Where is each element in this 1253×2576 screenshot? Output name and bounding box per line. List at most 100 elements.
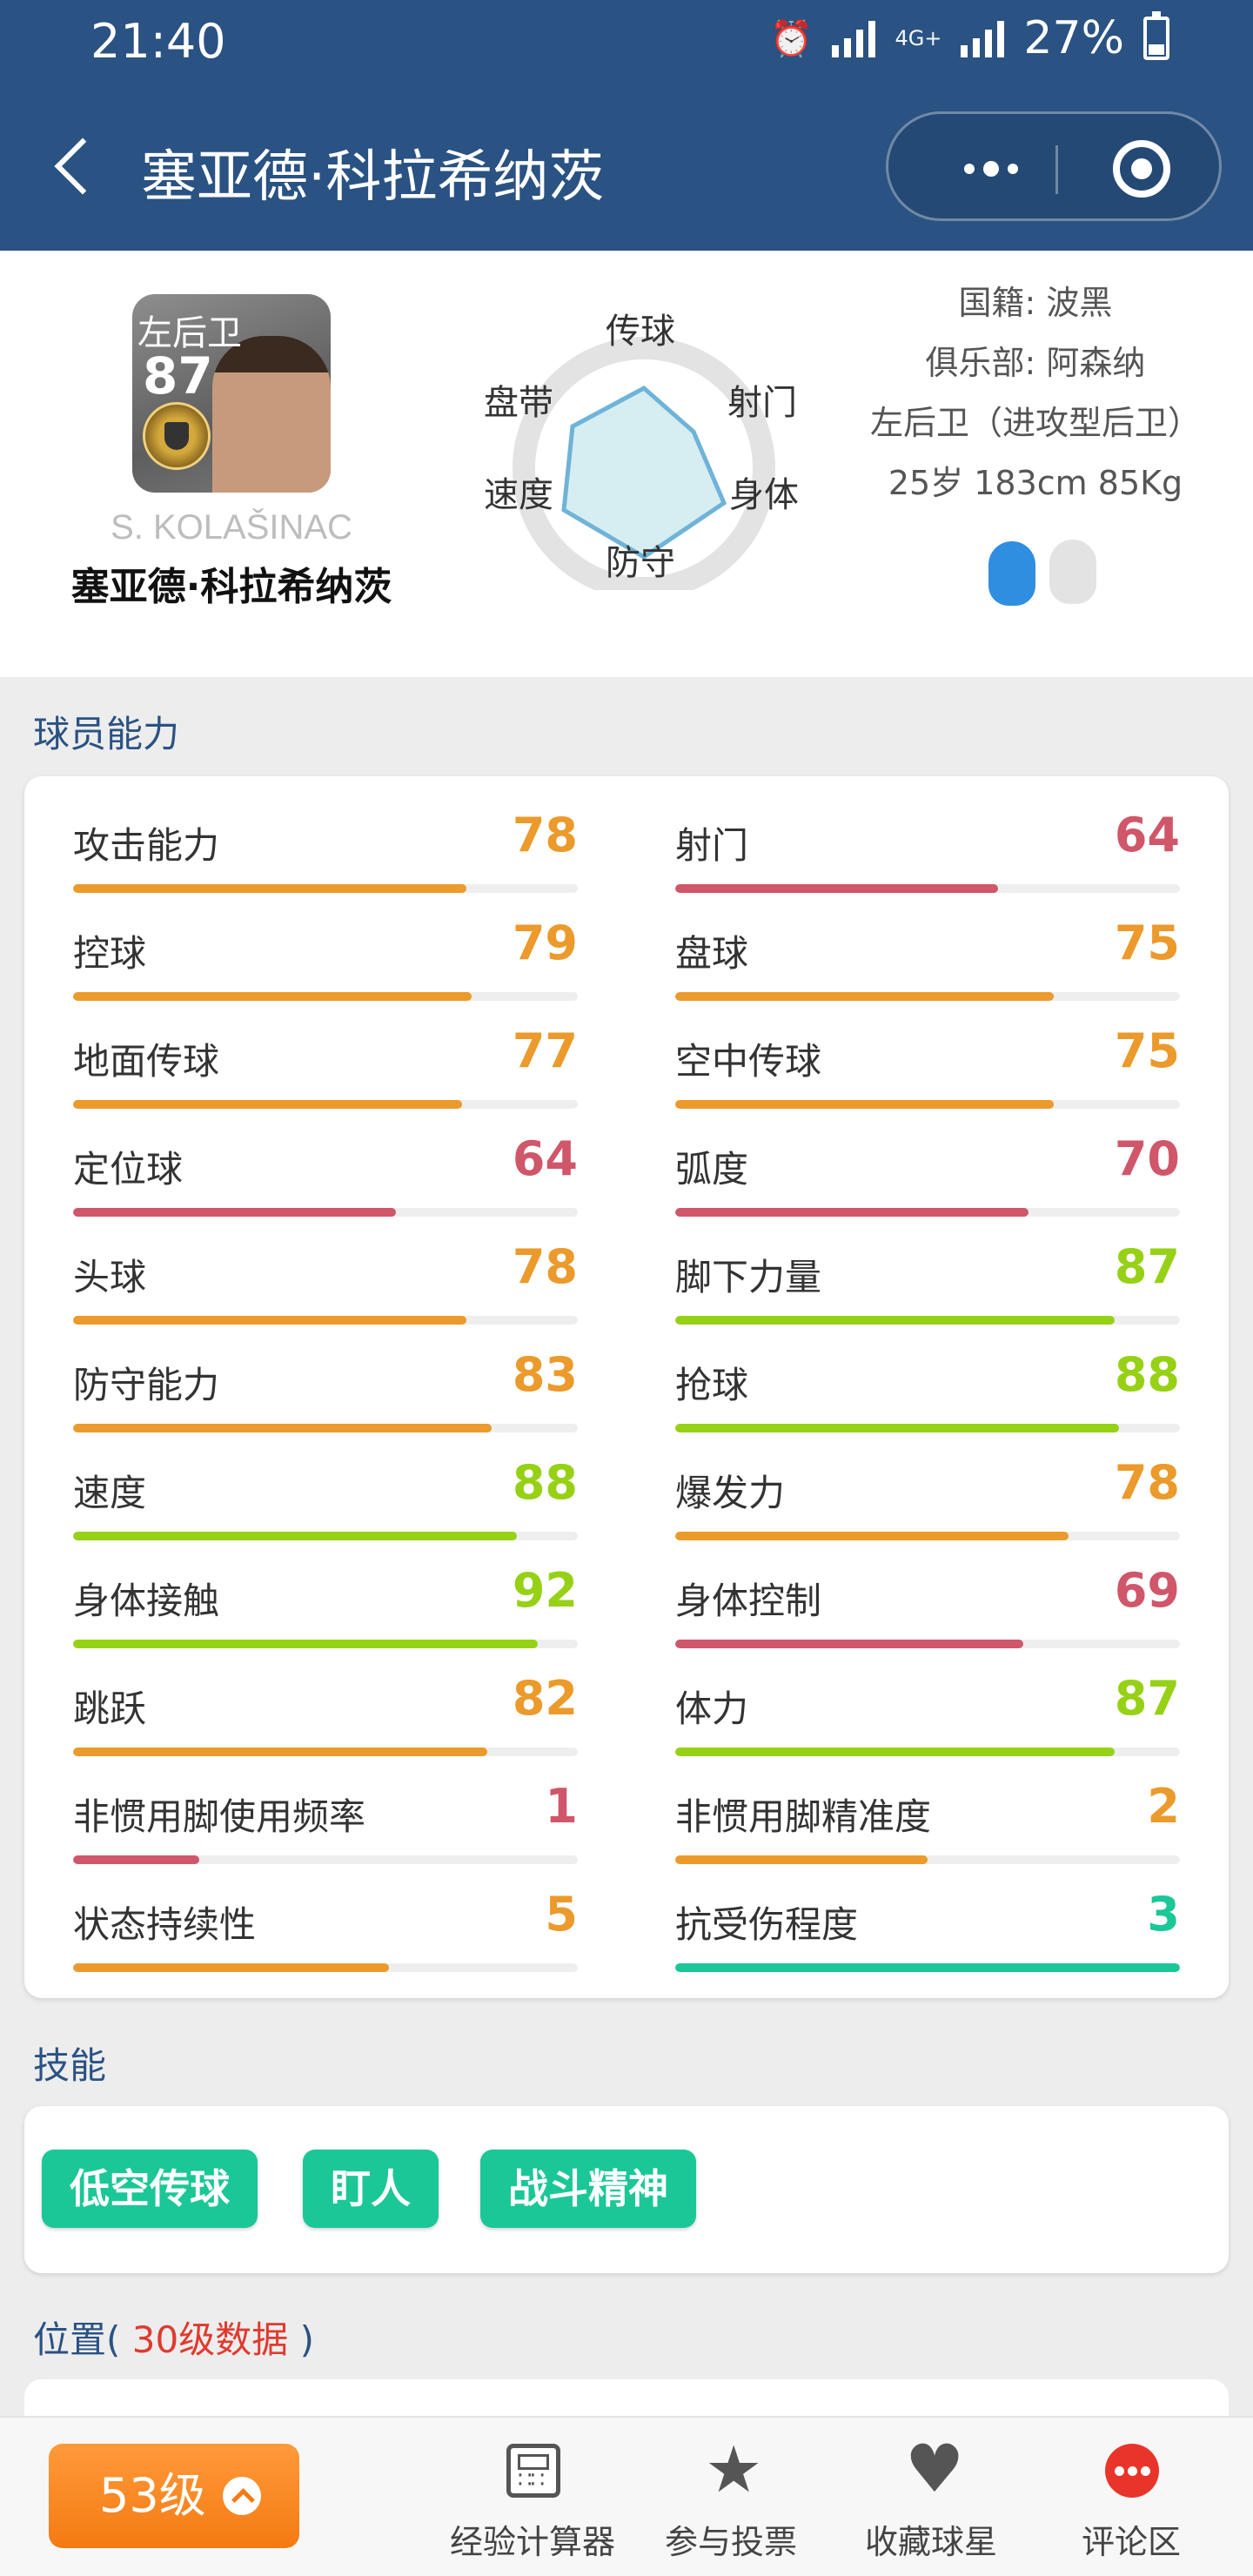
stat-bar-fill (675, 884, 999, 893)
stat-bar-fill (73, 1640, 538, 1648)
stat-bar-track (675, 1532, 1180, 1540)
stat-bar-track (675, 1316, 1180, 1325)
radar-label-speed: 速度 (484, 475, 553, 515)
stat-row: 头球 78 (73, 1225, 578, 1333)
stat-bar-track (675, 1963, 1180, 1972)
stat-row: 跳跃 82 (73, 1657, 578, 1765)
more-dots-icon[interactable] (939, 114, 1043, 224)
stat-row: 空中传球 75 (675, 1010, 1180, 1117)
stat-bar-track (73, 1208, 578, 1217)
stat-row: 身体接触 92 (73, 1549, 578, 1657)
stat-value: 77 (512, 1023, 578, 1078)
player-photo (212, 336, 331, 493)
miniprogram-capsule (886, 111, 1222, 221)
stat-bar-fill (73, 1424, 492, 1432)
position-level-tag: 30级数据 (131, 2318, 289, 2361)
stat-row: 攻击能力 78 (73, 794, 578, 902)
stat-name: 身体接触 (73, 1580, 220, 1622)
network-type: 4G+ (895, 26, 942, 50)
stat-row: 脚下力量 87 (675, 1225, 1180, 1333)
status-time: 21:40 (90, 14, 226, 69)
skill-tag[interactable]: 战斗精神 (480, 2150, 696, 2228)
stat-value: 88 (1114, 1347, 1180, 1402)
status-indicators: ⏰ 4G+ 27% (770, 11, 1169, 64)
stat-name: 抗受伤程度 (675, 1903, 859, 1946)
back-arrow-icon[interactable] (45, 136, 97, 197)
heart-icon: ♥ (905, 2430, 965, 2507)
stat-name: 地面传球 (73, 1040, 220, 1083)
radar-label-body: 身体 (729, 475, 799, 515)
stat-value: 79 (512, 916, 578, 970)
stat-name: 身体控制 (675, 1580, 822, 1622)
stat-bar-track (73, 1100, 578, 1109)
stat-value: 3 (1147, 1887, 1180, 1942)
stat-row: 非惯用脚精准度 2 (675, 1765, 1180, 1873)
radar-label-pass: 传球 (606, 312, 675, 352)
tab-vote[interactable]: ★ 参与投票 (635, 2438, 827, 2566)
stat-bar-track (675, 1748, 1180, 1756)
stat-bar-fill (675, 992, 1054, 1001)
tab-exp-calculator[interactable]: 经验计算器 (437, 2444, 628, 2566)
radar-polygon (561, 385, 727, 560)
close-target-icon[interactable] (1113, 140, 1170, 198)
physical-info: 25岁 183cm 85Kg (888, 464, 1183, 502)
stat-bar-fill (675, 1963, 1180, 1972)
status-bar: 21:40 ⏰ 4G+ 27% (0, 0, 1253, 84)
player-name-cn: 塞亚德·科拉希纳茨 (70, 565, 392, 609)
stat-bar-track (73, 1963, 578, 1972)
stat-bar-fill (675, 1640, 1024, 1648)
preferred-foot (982, 531, 1112, 609)
skill-tag[interactable]: 低空传球 (42, 2150, 258, 2228)
stat-bar-fill (675, 1748, 1115, 1756)
player-info: 国籍: 波黑 俱乐部: 阿森纳 左后卫（进攻型后卫） 25岁 183cm 85K… (853, 277, 1218, 517)
stat-name: 状态持续性 (73, 1903, 257, 1946)
stat-bar-fill (675, 1532, 1069, 1540)
stat-bar-track (675, 1424, 1180, 1432)
stat-name: 盘球 (675, 932, 749, 975)
tab-favorite[interactable]: ♥ 收藏球星 (835, 2430, 1027, 2566)
stat-name: 体力 (675, 1687, 749, 1730)
abilities-header: 球员能力 (33, 713, 180, 755)
capsule-divider (1055, 145, 1058, 194)
stat-row: 地面传球 77 (73, 1010, 578, 1117)
stat-name: 非惯用脚精准度 (675, 1795, 932, 1838)
stat-name: 爆发力 (675, 1472, 786, 1514)
stat-name: 攻击能力 (73, 824, 220, 867)
position-detail: 左后卫（进攻型后卫） (869, 404, 1201, 442)
tab-label: 经验计算器 (449, 2523, 615, 2561)
stat-value: 78 (512, 1239, 578, 1294)
stat-value: 75 (1114, 1023, 1180, 1078)
stat-value: 64 (1114, 808, 1180, 862)
stat-row: 射门 64 (675, 794, 1180, 902)
battery-percent: 27% (1023, 12, 1124, 64)
level-button[interactable]: 53级 (49, 2444, 299, 2548)
card-overall: 87 (143, 346, 213, 406)
stat-bar-track (675, 1100, 1180, 1109)
stat-name: 速度 (73, 1472, 147, 1514)
stat-bar-track (73, 884, 578, 893)
stat-bar-track (675, 1855, 1180, 1864)
stat-bar-fill (73, 1963, 389, 1972)
stat-row: 身体控制 69 (675, 1549, 1180, 1657)
stat-row: 爆发力 78 (675, 1441, 1180, 1549)
stat-bar-fill (73, 992, 472, 1001)
club: 俱乐部: 阿森纳 (925, 344, 1146, 382)
stat-name: 非惯用脚使用频率 (73, 1795, 366, 1838)
stat-bar-track (675, 992, 1180, 1001)
stat-bar-fill (675, 1424, 1120, 1432)
stat-name: 头球 (73, 1256, 147, 1298)
stat-row: 防守能力 83 (73, 1333, 578, 1441)
stat-value: 83 (512, 1347, 578, 1402)
calculator-icon (506, 2444, 560, 2498)
stat-value: 64 (512, 1131, 578, 1186)
stat-value: 78 (1114, 1455, 1180, 1510)
comment-bubble-icon (1105, 2444, 1159, 2498)
tab-comments[interactable]: 评论区 (1035, 2444, 1227, 2566)
radar-label-defense: 防守 (606, 543, 675, 583)
level-label: 53级 (99, 2468, 206, 2523)
stat-bar-fill (73, 1316, 467, 1325)
skill-tag[interactable]: 盯人 (303, 2150, 439, 2228)
stat-row: 状态持续性 5 (73, 1873, 578, 1981)
bottom-bar: 53级 经验计算器 ★ 参与投票 ♥ 收藏球星 评论区 (0, 2416, 1253, 2576)
stat-bar-track (73, 1316, 578, 1325)
